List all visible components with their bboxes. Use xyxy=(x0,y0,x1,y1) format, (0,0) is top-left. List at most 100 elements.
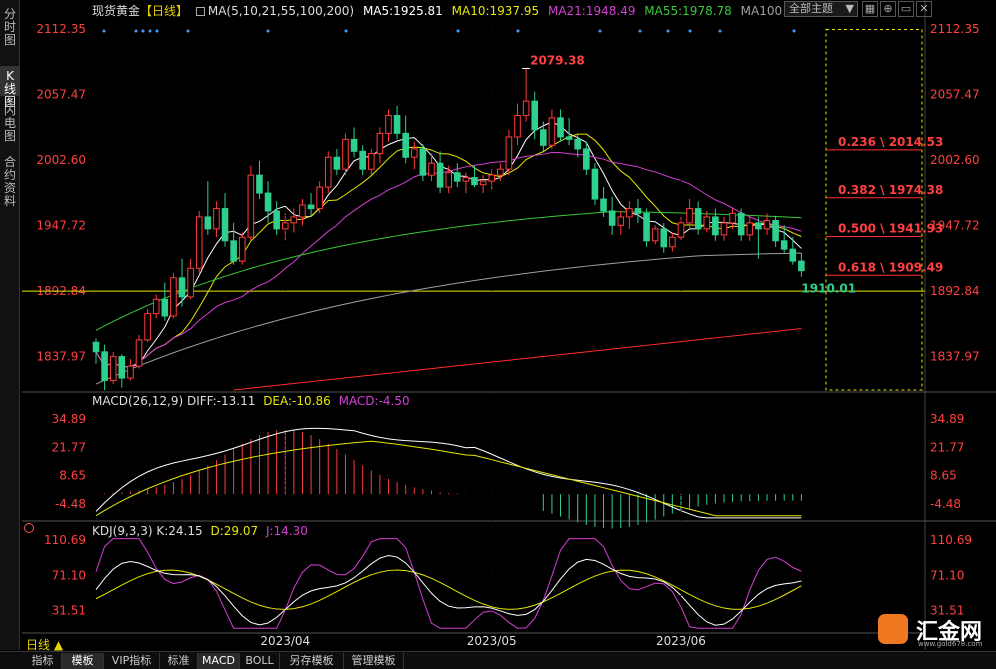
low-label: 1910.01 xyxy=(801,282,856,296)
ma-indicator-icon[interactable] xyxy=(195,7,205,16)
main-ytick-left: 1837.97 xyxy=(36,350,86,364)
candle-body xyxy=(393,114,401,134)
candle-body xyxy=(591,168,599,200)
candle-body xyxy=(643,212,650,242)
candle-body xyxy=(419,148,427,176)
bottom-tab-bar: 指标 模板 VIP指标 标准 MACD BOLL 另存模板 管理模板 xyxy=(0,651,996,669)
macd-diff: DIFF:-13.11 xyxy=(186,394,256,408)
kdj-d: D:29.07 xyxy=(210,524,259,538)
event-marker xyxy=(155,29,159,33)
candle-body xyxy=(410,148,418,158)
candle-body xyxy=(92,341,100,353)
candle-body xyxy=(247,174,255,238)
candle-body xyxy=(720,222,728,236)
expand-icon[interactable]: ⊕ xyxy=(880,1,896,17)
macd-ytick-left: 8.65 xyxy=(59,469,86,483)
period-switch-label: 日线 ▲ xyxy=(26,638,64,652)
macd-ytick-left: -4.48 xyxy=(55,497,86,511)
event-marker xyxy=(638,29,642,33)
kdj-ytick-left: 31.51 xyxy=(52,604,86,618)
candle-body xyxy=(479,180,487,186)
minimize-icon[interactable]: ▭ xyxy=(898,1,914,17)
kdj-ytick-left: 110.69 xyxy=(44,533,86,547)
macd-title: MACD(26,12,9) xyxy=(92,394,184,408)
logo-icon xyxy=(878,614,908,644)
macd-dea: DEA:-10.86 xyxy=(263,394,331,408)
x-tick-1: 2023/05 xyxy=(467,634,517,648)
candle-body xyxy=(273,210,280,230)
bottom-tab-1[interactable]: 模板 xyxy=(62,653,104,669)
candle-body xyxy=(178,277,186,298)
candle-body xyxy=(712,216,719,236)
macd-ytick-left: 34.89 xyxy=(52,412,86,426)
candle-body xyxy=(256,174,263,194)
candle-body xyxy=(583,148,590,170)
event-marker xyxy=(344,29,348,33)
candle-body xyxy=(290,216,298,224)
candle-body xyxy=(109,356,117,381)
main-ytick-left: 2112.35 xyxy=(36,22,86,36)
candle-body xyxy=(531,100,539,131)
ma100-value: MA100 xyxy=(740,4,783,18)
candle-body xyxy=(763,220,771,230)
close-icon[interactable]: ✕ xyxy=(916,1,932,17)
event-marker xyxy=(666,29,670,33)
candle-body xyxy=(101,351,108,381)
macd-ytick-right: -4.48 xyxy=(930,497,961,511)
candle-body xyxy=(557,117,564,138)
candle-body xyxy=(152,298,160,315)
bottom-tab-4[interactable]: MACD xyxy=(198,653,240,669)
candle-body xyxy=(497,168,504,176)
candle-body xyxy=(703,216,711,230)
fib-label-2: 0.500 \ 1941.93 xyxy=(838,222,943,236)
bottom-tab-3[interactable]: 标准 xyxy=(160,653,198,669)
bottom-tab-2[interactable]: VIP指标 xyxy=(104,653,160,669)
grid-icon[interactable]: ▦ xyxy=(862,1,878,17)
event-marker xyxy=(688,29,692,33)
fib-box xyxy=(825,29,923,391)
period-name: 【日线】 xyxy=(140,4,189,18)
candle-body xyxy=(324,156,332,188)
candle-body xyxy=(135,339,143,367)
kdj-j: J:14.30 xyxy=(265,524,308,538)
event-marker xyxy=(456,29,460,33)
kdj-ytick-right: 71.10 xyxy=(930,568,964,582)
event-marker xyxy=(186,29,190,33)
bottom-tab-7[interactable]: 管理模板 xyxy=(344,653,404,669)
candle-body xyxy=(514,114,521,138)
candle-body xyxy=(213,208,220,230)
event-marker xyxy=(792,29,796,33)
high-label: 2079.38 xyxy=(530,53,585,67)
ma5-value: MA5:1925.81 xyxy=(362,4,443,18)
chevron-down-icon: ▼ xyxy=(845,2,854,15)
candle-body xyxy=(127,365,134,379)
theme-select[interactable]: 全部主题 ▼ xyxy=(784,1,858,17)
macd-ytick-right: 34.89 xyxy=(930,412,964,426)
ma200-line xyxy=(233,328,802,391)
kdj-ytick-right: 110.69 xyxy=(930,533,972,547)
fib-label-3: 0.618 \ 1909.49 xyxy=(838,260,943,274)
candle-body xyxy=(350,138,358,152)
main-ytick-right: 1837.97 xyxy=(930,350,980,364)
candle-body xyxy=(772,220,779,242)
candle-body xyxy=(187,267,194,298)
candle-body xyxy=(669,236,676,248)
x-tick-2: 2023/06 xyxy=(656,634,706,648)
bottom-tab-6[interactable]: 另存模板 xyxy=(280,653,344,669)
candle-body xyxy=(333,156,341,170)
logo-url: www.gold678.com xyxy=(918,640,983,648)
macd-header: MACD(26,12,9) DIFF:-13.11 DEA:-10.86 MAC… xyxy=(92,394,410,408)
bottom-tab-0[interactable]: 指标 xyxy=(24,653,62,669)
candle-body xyxy=(359,150,366,170)
kdj-k-line xyxy=(95,554,802,626)
candle-body xyxy=(230,240,237,262)
event-marker xyxy=(141,29,145,33)
candle-body xyxy=(385,114,392,134)
kline-chart[interactable]: 2112.35 2112.35 2057.47 2057.47 2002.60 2002.… xyxy=(0,0,996,650)
bottom-tab-5[interactable]: BOLL xyxy=(240,653,280,669)
ma-legend: 现货黄金【日线】 MA(5,10,21,55,100,200) MA5:1925… xyxy=(92,2,782,18)
fib-label-1: 0.382 \ 1974.38 xyxy=(838,183,943,197)
candle-body xyxy=(789,248,797,262)
fib-label-0: 0.236 \ 2014.53 xyxy=(838,135,943,149)
kdj-settings-icon[interactable] xyxy=(24,523,34,533)
